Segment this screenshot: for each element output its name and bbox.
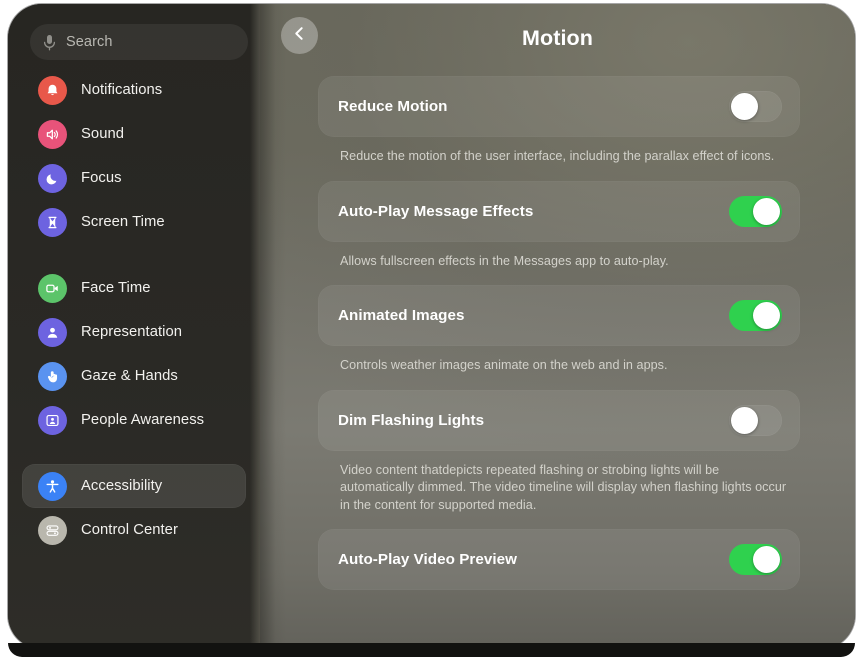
toggle-reduce-motion[interactable] — [729, 91, 782, 122]
sidebar-divider-1 — [8, 244, 260, 266]
people-frame-icon — [38, 405, 67, 435]
setting-label: Auto-Play Video Preview — [338, 551, 517, 568]
setting-label: Animated Images — [338, 307, 465, 324]
setting-description: Reduce the motion of the user interface,… — [340, 149, 775, 163]
setting-block-animated-images: Animated Images Controls weather images … — [318, 285, 800, 375]
hourglass-icon — [38, 207, 67, 237]
toggle-auto-play-video-preview[interactable] — [729, 544, 782, 575]
speaker-icon — [38, 119, 67, 149]
sidebar-item-face-time[interactable]: Face Time — [22, 266, 246, 310]
sidebar-item-sound[interactable]: Sound — [22, 112, 246, 156]
sidebar-item-label: Representation — [81, 324, 183, 340]
person-icon — [38, 317, 67, 347]
toggle-dim-flashing-lights[interactable] — [729, 404, 782, 436]
sidebar-item-representation[interactable]: Representation — [22, 310, 246, 354]
setting-row[interactable]: Reduce Motion — [318, 76, 800, 137]
screen: Search Notifications Sound Focus Screen … — [8, 4, 855, 649]
setting-block-auto-play-message-effects: Auto-Play Message Effects Allows fullscr… — [318, 180, 800, 271]
sidebar-item-label: Gaze & Hands — [81, 368, 178, 384]
sidebar-item-people-awareness[interactable]: People Awareness — [22, 398, 246, 442]
hand-pointer-icon — [38, 361, 67, 391]
sidebar-item-gaze-and-hands[interactable]: Gaze & Hands — [22, 354, 246, 398]
tablet-device-frame: Search Notifications Sound Focus Screen … — [8, 4, 855, 649]
setting-description: Controls weather images animate on the w… — [340, 358, 668, 372]
setting-label: Auto-Play Message Effects — [338, 202, 534, 220]
toggle-auto-play-message-effects[interactable] — [729, 195, 782, 227]
setting-label: Reduce Motion — [338, 98, 448, 115]
setting-row[interactable]: Auto-Play Video Preview — [318, 529, 800, 590]
setting-block-reduce-motion: Reduce Motion Reduce the motion of the u… — [318, 76, 800, 166]
sidebar-nav: Notifications Sound Focus Screen Time Fa… — [8, 68, 260, 552]
sidebar-group-2: Face Time Representation Gaze & Hands Pe… — [8, 266, 260, 442]
page-title: Motion — [521, 26, 594, 50]
device-bottom-bezel — [8, 643, 855, 657]
settings-detail-panel: Motion Reduce Motion Reduce the motion o… — [260, 4, 855, 649]
sidebar-item-label: Accessibility — [81, 478, 163, 494]
sidebar-item-label: Focus — [81, 170, 122, 186]
sidebar-item-screen-time[interactable]: Screen Time — [22, 200, 246, 244]
search-placeholder: Search — [66, 34, 113, 50]
setting-row[interactable]: Dim Flashing Lights — [318, 389, 800, 451]
sidebar-item-label: Control Center — [81, 522, 178, 538]
bell-icon — [38, 75, 67, 105]
sidebar-item-control-center[interactable]: Control Center — [22, 508, 246, 552]
detail-topbar: Motion — [260, 4, 855, 82]
search-input[interactable]: Search — [30, 24, 248, 60]
sidebar-item-label: Sound — [81, 126, 125, 142]
setting-block-auto-play-video-preview: Auto-Play Video Preview — [318, 529, 800, 590]
accessibility-icon — [38, 471, 67, 501]
settings-list: Reduce Motion Reduce the motion of the u… — [260, 76, 855, 649]
sidebar-item-label: Screen Time — [81, 214, 165, 230]
setting-row[interactable]: Auto-Play Message Effects — [318, 180, 800, 242]
sidebar-item-accessibility[interactable]: Accessibility — [22, 464, 246, 508]
sidebar-group-3: Accessibility Control Center — [8, 464, 260, 552]
setting-block-dim-flashing-lights: Dim Flashing Lights Video content thatde… — [318, 389, 800, 515]
setting-row[interactable]: Animated Images — [318, 285, 800, 346]
toggle-knob — [753, 302, 780, 329]
sidebar-divider-2 — [8, 442, 260, 464]
sidebar-item-focus[interactable]: Focus — [22, 156, 246, 200]
setting-description: Video content thatdepicts repeated flash… — [340, 462, 787, 512]
moon-icon — [38, 163, 67, 193]
toggle-knob — [753, 197, 780, 225]
sidebar-group-1: Notifications Sound Focus Screen Time — [8, 68, 260, 244]
settings-sidebar: Search Notifications Sound Focus Screen … — [8, 4, 260, 649]
setting-description: Allows fullscreen effects in the Message… — [340, 253, 669, 268]
sliders-icon — [38, 515, 67, 545]
setting-label: Dim Flashing Lights — [338, 411, 485, 429]
sidebar-item-notifications[interactable]: Notifications — [22, 68, 246, 112]
toggle-animated-images[interactable] — [729, 300, 782, 331]
sidebar-item-label: Notifications — [81, 82, 163, 98]
toggle-knob — [731, 406, 758, 434]
toggle-knob — [753, 546, 780, 573]
video-camera-icon — [38, 273, 67, 303]
microphone-icon — [42, 34, 57, 51]
sidebar-item-label: Face Time — [81, 280, 151, 296]
sidebar-item-label: People Awareness — [81, 412, 205, 428]
toggle-knob — [731, 93, 758, 120]
